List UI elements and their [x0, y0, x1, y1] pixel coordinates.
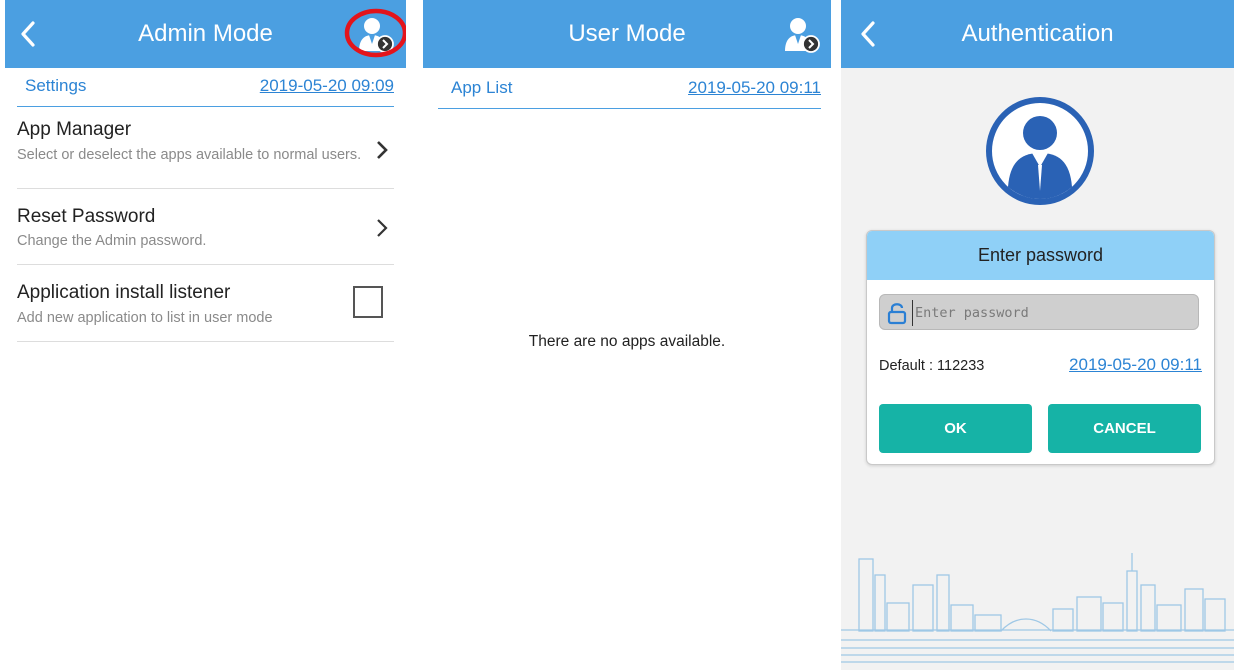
list-item-desc: Select or deselect the apps available to…: [17, 147, 362, 163]
list-item-reset-password[interactable]: Reset Password Change the Admin password…: [17, 188, 394, 265]
section-label: Settings: [25, 76, 87, 95]
chevron-right-icon: [377, 219, 388, 237]
user-mode-screen: User Mode App List 2019-05-20 09:11 Ther…: [423, 0, 831, 670]
default-password-text: Default : 112233: [879, 358, 985, 374]
chevron-right-icon: [377, 141, 388, 159]
auth-app-bar: Authentication: [841, 0, 1234, 68]
list-item-app-manager[interactable]: App Manager Select or deselect the apps …: [17, 107, 394, 189]
datetime-link[interactable]: 2019-05-20 09:11: [688, 78, 821, 98]
empty-state-message: There are no apps available.: [528, 333, 726, 350]
user-app-bar: User Mode: [423, 0, 831, 68]
datetime-link[interactable]: 2019-05-20 09:09: [260, 76, 394, 96]
ok-button[interactable]: OK: [879, 404, 1032, 453]
list-item-desc: Change the Admin password.: [17, 233, 207, 249]
admin-app-bar: Admin Mode: [5, 0, 406, 68]
authentication-screen: Authentication Enter password Default : …: [841, 0, 1234, 670]
lock-icon: [887, 303, 907, 325]
datetime-link[interactable]: 2019-05-20 09:11: [1069, 355, 1202, 375]
settings-header: Settings 2019-05-20 09:09: [17, 68, 394, 107]
list-item-title: Reset Password: [17, 206, 156, 227]
user-switch-icon[interactable]: [781, 13, 821, 55]
app-list-header: App List 2019-05-20 09:11: [438, 70, 821, 109]
password-dialog: Enter password Default : 112233 2019-05-…: [866, 230, 1215, 465]
dialog-title: Enter password: [977, 245, 1104, 265]
password-input[interactable]: [912, 300, 1187, 326]
page-title: Authentication: [961, 20, 1114, 47]
install-listener-checkbox[interactable]: [353, 286, 383, 318]
password-field[interactable]: [879, 294, 1199, 330]
cancel-button[interactable]: CANCEL: [1048, 404, 1201, 453]
admin-mode-screen: Admin Mode Settings 2019-05-20 09:09 App…: [5, 0, 406, 670]
city-skyline-illustration: [841, 553, 1234, 663]
user-switch-icon[interactable]: [355, 13, 395, 55]
list-item-desc: Add new application to list in user mode: [17, 310, 273, 326]
page-title: Admin Mode: [138, 20, 273, 47]
page-title: User Mode: [568, 20, 686, 47]
list-item-title: Application install listener: [17, 282, 231, 303]
list-item-title: App Manager: [17, 119, 132, 140]
section-label: App List: [451, 78, 513, 97]
user-avatar-icon: [986, 97, 1094, 205]
list-item-install-listener: Application install listener Add new app…: [17, 264, 394, 342]
